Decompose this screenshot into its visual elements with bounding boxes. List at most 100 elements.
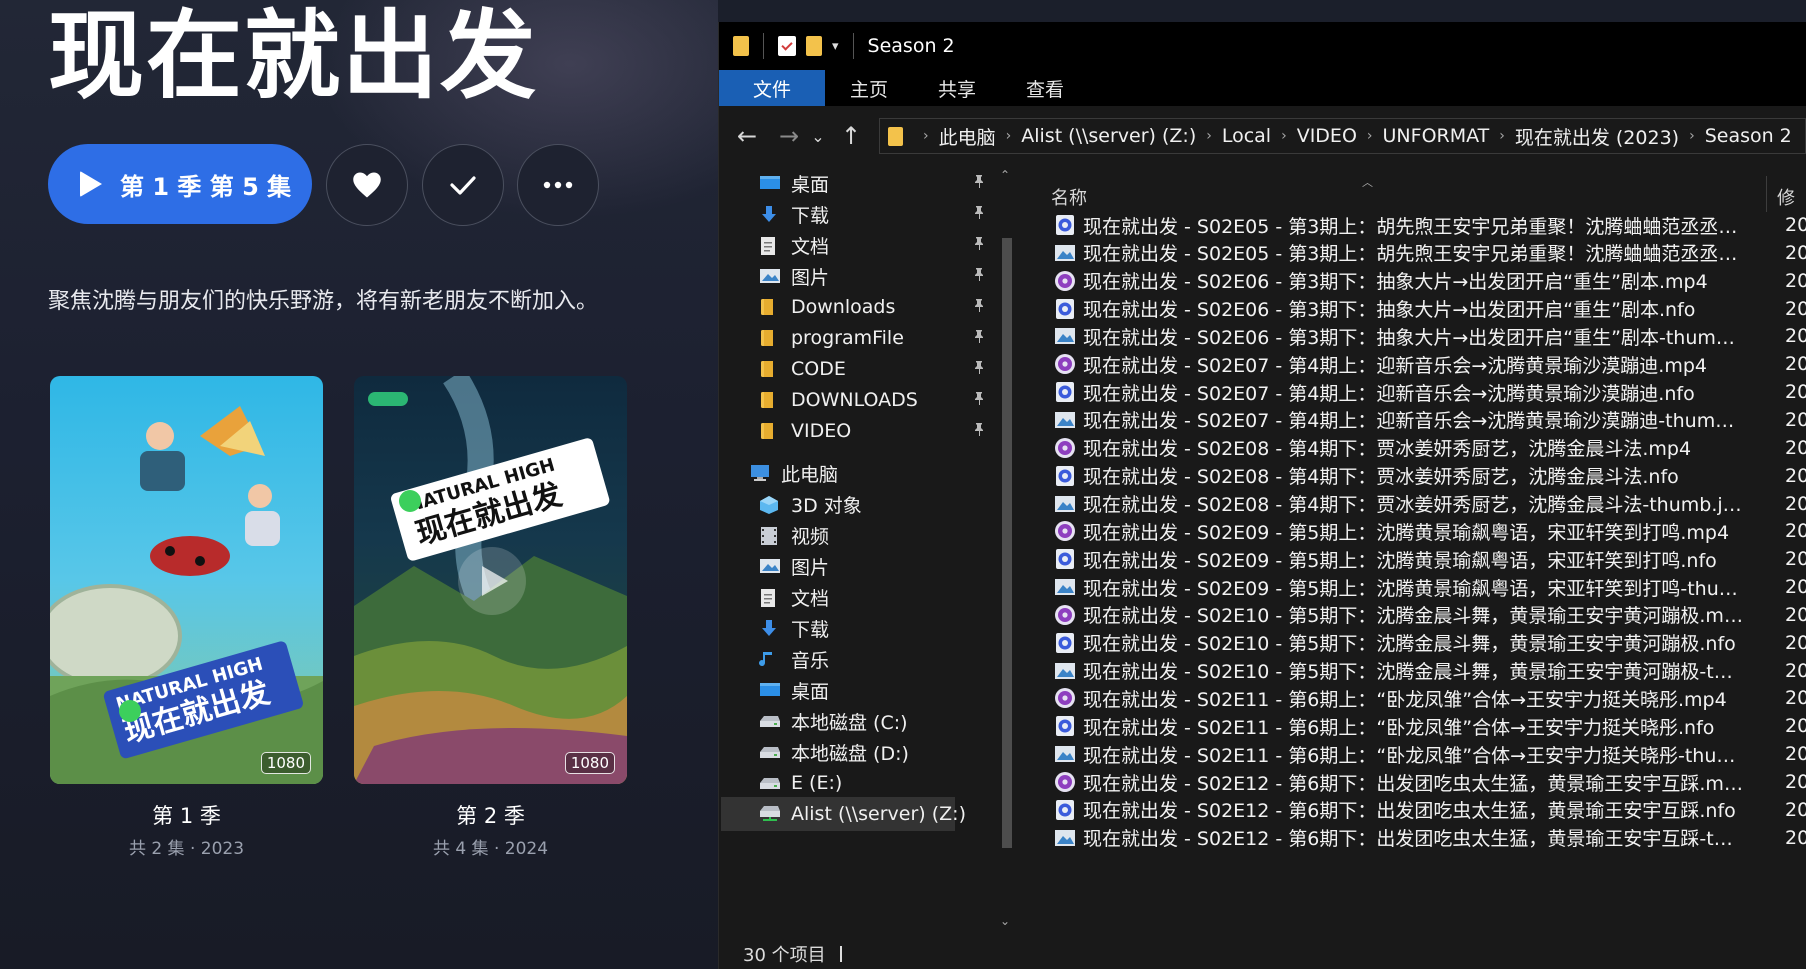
nav-scrollbar[interactable]: ⌃ ⌄: [997, 166, 1017, 936]
column-name-header[interactable]: 名称: [1051, 184, 1087, 210]
navigation-pane: ⌃ ⌄ 桌面 下载 文档 图片 Downloads programFile CODE DOWN…: [719, 166, 1017, 936]
breadcrumb-season[interactable]: Season 2: [1705, 125, 1792, 147]
nfo-file-icon: [1054, 632, 1076, 654]
season-1-poster[interactable]: NATURAL HIGH 现在就出发 1080: [50, 376, 323, 784]
breadcrumb-this-pc[interactable]: 此电脑: [939, 123, 996, 150]
sidebar-item[interactable]: 下载: [759, 197, 983, 231]
sidebar-item-label: 音乐: [791, 649, 830, 672]
sidebar-item[interactable]: 图片: [759, 549, 829, 583]
3d-objects-icon: [759, 495, 781, 514]
image-file-icon: [1054, 827, 1076, 849]
sidebar-item[interactable]: 音乐: [759, 642, 829, 676]
pin-icon[interactable]: [972, 267, 986, 285]
sidebar-item[interactable]: 此电脑: [749, 456, 838, 490]
scroll-up-icon[interactable]: ⌃: [1000, 168, 1010, 182]
up-arrow-icon[interactable]: ↑: [833, 122, 869, 150]
sidebar-item[interactable]: 本地磁盘 (C:): [759, 704, 908, 738]
video-file-icon: [1054, 437, 1076, 459]
chevron-right-icon[interactable]: ›: [1006, 128, 1012, 144]
pin-icon[interactable]: [972, 329, 986, 347]
pin-icon[interactable]: [972, 360, 986, 378]
sidebar-item[interactable]: 文档: [759, 228, 983, 262]
pin-icon[interactable]: [972, 174, 986, 192]
chevron-right-icon[interactable]: ›: [1499, 128, 1505, 144]
scroll-thumb[interactable]: [1002, 238, 1012, 848]
file-row[interactable]: 现在就出发 - S02E12 - 第6期下：出发团吃虫太生猛，黄景瑜王安宇互踩-…: [1019, 822, 1806, 854]
favorite-button[interactable]: [326, 144, 408, 226]
breadcrumb-local[interactable]: Local: [1222, 125, 1271, 147]
back-arrow-icon[interactable]: ←: [729, 122, 765, 150]
sidebar-item[interactable]: 桌面: [759, 166, 983, 200]
chevron-right-icon[interactable]: ›: [1689, 128, 1695, 144]
chevron-right-icon[interactable]: ›: [1206, 128, 1212, 144]
file-name: 现在就出发 - S02E12 - 第6期下：出发团吃虫太生猛，黄景瑜王安宇互踩-…: [1083, 828, 1743, 851]
tab-home[interactable]: 主页: [825, 70, 913, 106]
season-1-label[interactable]: 第 1 季: [50, 800, 323, 830]
file-name: 现在就出发 - S02E09 - 第5期上：沈腾黄景瑜飙粤语，宋亚轩笑到打鸣-t…: [1083, 577, 1743, 600]
sidebar-item-label: 此电脑: [781, 463, 839, 486]
breadcrumb-unformat[interactable]: UNFORMAT: [1383, 125, 1490, 147]
sidebar-item[interactable]: 视频: [759, 518, 829, 552]
pin-icon[interactable]: [972, 298, 986, 316]
breadcrumb-show[interactable]: 现在就出发 (2023): [1515, 123, 1679, 150]
sidebar-item[interactable]: programFile: [759, 321, 983, 355]
scroll-down-icon[interactable]: ⌄: [1000, 914, 1010, 928]
sidebar-item[interactable]: VIDEO: [759, 414, 983, 448]
sidebar-item-label: 图片: [791, 556, 830, 579]
sidebar-item-label: 本地磁盘 (D:): [791, 742, 909, 765]
sidebar-item[interactable]: 图片: [759, 259, 983, 293]
mark-watched-button[interactable]: [422, 144, 504, 226]
sidebar-item[interactable]: 3D 对象: [759, 487, 862, 521]
season-2-poster[interactable]: NATURAL HIGH 现在就出发 1080: [354, 376, 627, 784]
forward-arrow-icon[interactable]: →: [771, 122, 807, 150]
address-bar[interactable]: › 此电脑 › Alist (\\server) (Z:) › Local › …: [879, 118, 1806, 154]
sidebar-item[interactable]: Alist (\\server) (Z:): [721, 797, 966, 831]
sidebar-item[interactable]: 桌面: [759, 673, 829, 707]
pin-icon[interactable]: [972, 205, 986, 223]
sidebar-item-label: 3D 对象: [791, 494, 862, 517]
tab-file[interactable]: 文件: [719, 70, 825, 106]
recent-locations-chevron-icon[interactable]: ⌄: [807, 127, 829, 146]
play-icon: [80, 171, 102, 197]
status-divider: [839, 945, 842, 962]
sidebar-item-label: 图片: [791, 266, 830, 289]
season-2-label[interactable]: 第 2 季: [354, 800, 627, 830]
properties-icon[interactable]: [778, 36, 796, 56]
nfo-file-icon: [1054, 548, 1076, 570]
download-icon: [759, 205, 781, 223]
sidebar-item[interactable]: 本地磁盘 (D:): [759, 735, 909, 769]
sidebar-item[interactable]: 文档: [759, 580, 829, 614]
tab-view[interactable]: 查看: [1001, 70, 1089, 106]
new-folder-icon[interactable]: [806, 36, 822, 56]
chevron-right-icon[interactable]: ›: [1281, 128, 1287, 144]
breadcrumb-video[interactable]: VIDEO: [1297, 125, 1357, 147]
file-name: 现在就出发 - S02E07 - 第4期上：迎新音乐会→沈腾黄景瑜沙漠蹦迪.nf…: [1083, 382, 1695, 405]
chevron-right-icon[interactable]: ›: [923, 128, 929, 144]
column-divider[interactable]: [1766, 176, 1767, 212]
sidebar-item[interactable]: Downloads: [759, 290, 983, 324]
sidebar-item[interactable]: DOWNLOADS: [759, 383, 983, 417]
play-episode-button[interactable]: 第 1 季 第 5 集: [48, 144, 312, 224]
sidebar-item[interactable]: CODE: [759, 352, 983, 386]
more-options-button[interactable]: [517, 144, 599, 226]
season-1-artwork: NATURAL HIGH 现在就出发: [50, 376, 323, 784]
drive-icon: [759, 712, 781, 730]
column-modified-header[interactable]: 修: [1777, 184, 1795, 210]
sidebar-item[interactable]: 下载: [759, 611, 829, 645]
breadcrumb-alist[interactable]: Alist (\\server) (Z:): [1021, 125, 1196, 147]
video-file-icon: [1054, 353, 1076, 375]
file-modified-date: 20: [1785, 269, 1806, 292]
customize-quick-access-icon[interactable]: ▾: [832, 39, 839, 54]
sidebar-item-label: CODE: [791, 358, 846, 380]
sidebar-item[interactable]: E (E:): [759, 766, 842, 800]
image-file-icon: [1054, 743, 1076, 765]
pin-icon[interactable]: [972, 236, 986, 254]
pin-icon[interactable]: [972, 391, 986, 409]
file-name: 现在就出发 - S02E11 - 第6期上：“卧龙凤雏”合体→王安宇力挺关晓彤-…: [1083, 744, 1743, 767]
file-modified-date: 20: [1785, 353, 1806, 376]
pin-icon[interactable]: [972, 422, 986, 440]
file-modified-date: 20: [1785, 297, 1806, 320]
chevron-right-icon[interactable]: ›: [1367, 128, 1373, 144]
file-explorer-window: ▾ Season 2 文件 主页 共享 查看 ← → ⌄ ↑ › 此电脑 › A…: [718, 22, 1806, 969]
tab-share[interactable]: 共享: [913, 70, 1001, 106]
